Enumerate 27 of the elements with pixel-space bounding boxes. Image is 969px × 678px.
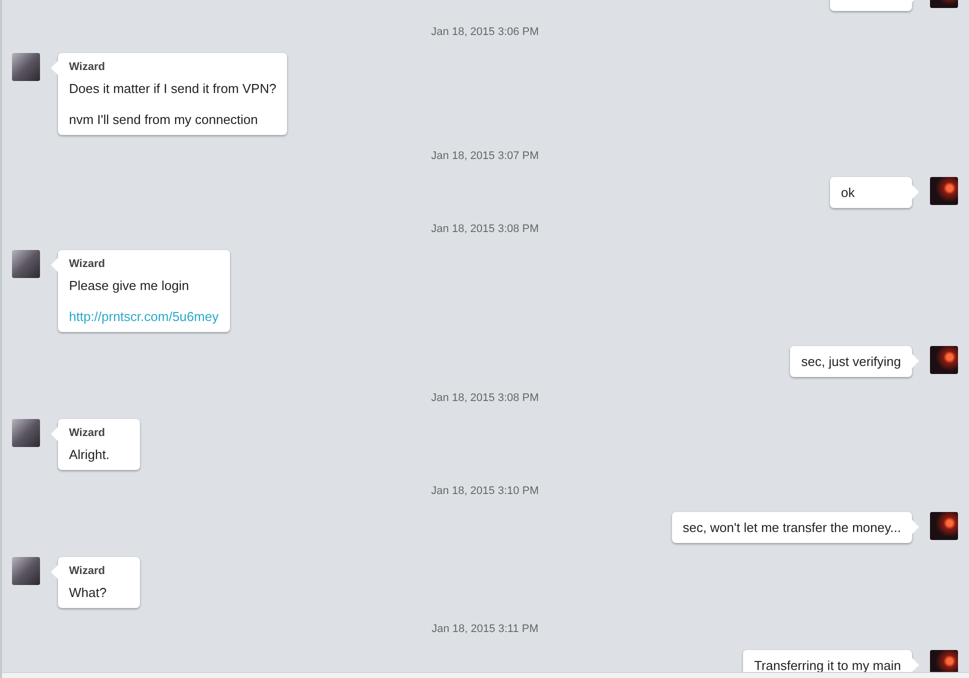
avatar-image: [930, 512, 958, 540]
message-text: sec, won't let me transfer the money...: [682, 520, 901, 536]
timestamp: Jan 18, 2015 3:06 PM: [431, 25, 539, 39]
sender-name: Wizard: [69, 258, 106, 270]
sender-name: Wizard: [69, 565, 106, 577]
avatar-image: [12, 250, 40, 278]
avatar-image: [12, 419, 40, 447]
message-text: What?: [69, 585, 108, 601]
timestamp: Jan 18, 2015 3:08 PM: [431, 391, 539, 405]
sender-name: Wizard: [69, 427, 106, 439]
timestamp: Jan 18, 2015 3:10 PM: [431, 484, 539, 498]
timestamp: Jan 18, 2015 3:08 PM: [431, 222, 539, 236]
avatar-image: [12, 557, 40, 585]
message-text: Does it matter if I send it from VPN?: [69, 81, 276, 97]
message-link[interactable]: http://prntscr.com/5u6mey: [69, 309, 219, 325]
timestamp: Jan 18, 2015 3:11 PM: [432, 622, 538, 636]
avatar-image: [930, 346, 958, 374]
timestamp: Jan 18, 2015 3:07 PM: [431, 149, 539, 163]
message-text: Please give me login: [69, 278, 190, 294]
sender-name: Wizard: [69, 61, 106, 73]
message-text: Transferring it to my main: [754, 658, 901, 674]
avatar-image: [930, 177, 958, 205]
message-text: sec, just verifying: [801, 354, 901, 370]
message-text: nvm I'll send from my connection: [69, 112, 259, 128]
message-text: Alright.: [69, 447, 110, 463]
avatar-image: [12, 53, 40, 81]
message-text: ok: [841, 185, 856, 201]
